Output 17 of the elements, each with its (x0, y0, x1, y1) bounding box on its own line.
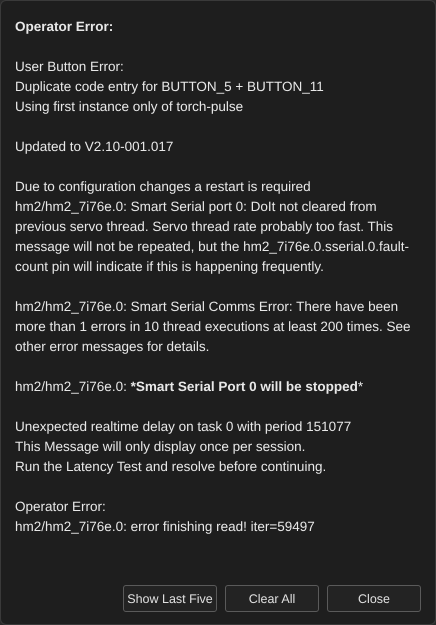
message-text: hm2/hm2_7i76e.0: *Smart Serial Port 0 will be stopped* (15, 378, 364, 396)
message-text: Duplicate code entry for BUTTON_5 + BUTTON_11 (15, 78, 325, 96)
dialog-title: Operator Error: (15, 18, 114, 36)
dialog-button[interactable]: Close (327, 585, 421, 612)
message-text: Due to configuration changes a restart is required (15, 178, 312, 196)
message-text: hm2/hm2_7i76e.0: error finishing read! iter=59497 (15, 518, 316, 536)
message-text: Using first instance only of torch-pulse (15, 98, 244, 116)
message-text: Updated to V2.10-001.017 (15, 138, 174, 156)
message-text: hm2/hm2_7i76e.0: Smart Serial Comms Error: There have been more than 1 errors in 10 thread executions at least 200 times. See other error messages for details. (15, 298, 412, 356)
message-text: Operator Error: (15, 498, 107, 516)
message-text: Run the Latency Test and resolve before continuing. (15, 458, 328, 476)
message-text: This Message will only display once per session. (15, 438, 306, 456)
dialog-button[interactable]: Clear All (225, 585, 319, 612)
message-text: hm2/hm2_7i76e.0: Smart Serial port 0: DoIt not cleared from previous servo thread. Servo thread rate probably too fast. This message will not be repeated, but the hm2_7i76e.0.sserial.0.fault-count pin will indicate if this is happening frequently. (15, 198, 410, 276)
dialog-button[interactable]: Show Last Five (123, 585, 217, 612)
message-text: User Button Error: (15, 58, 125, 76)
message-text: Unexpected realtime delay on task 0 with period 151077 (15, 418, 352, 436)
